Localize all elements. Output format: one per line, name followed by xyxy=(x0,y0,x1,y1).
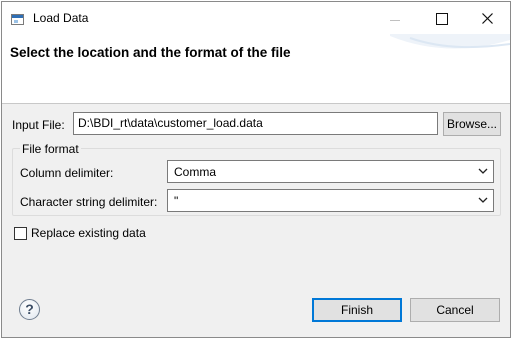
close-icon xyxy=(482,13,493,24)
content-area: Input File: D:\BDI_rt\data\customer_load… xyxy=(2,104,510,274)
page-title: Select the location and the format of th… xyxy=(10,45,291,60)
chevron-down-icon xyxy=(478,197,488,203)
input-file-label: Input File: xyxy=(12,118,65,132)
string-delimiter-value: " xyxy=(174,194,179,208)
file-format-group-title: File format xyxy=(20,142,81,156)
input-file-field[interactable]: D:\BDI_rt\data\customer_load.data xyxy=(73,112,438,135)
chevron-down-icon xyxy=(478,168,488,174)
close-button[interactable] xyxy=(464,2,510,34)
column-delimiter-value: Comma xyxy=(174,165,217,179)
banner-decoration xyxy=(390,34,510,49)
string-delimiter-label: Character string delimiter: xyxy=(20,195,158,209)
header-banner: Select the location and the format of th… xyxy=(2,34,510,102)
string-delimiter-select[interactable]: " xyxy=(167,189,494,212)
load-data-dialog: Load Data Select the location and the fo… xyxy=(1,1,511,338)
column-delimiter-label: Column delimiter: xyxy=(20,166,114,180)
minimize-button[interactable] xyxy=(372,2,418,34)
maximize-button[interactable] xyxy=(418,2,464,34)
replace-data-label: Replace existing data xyxy=(31,226,146,240)
help-icon[interactable]: ? xyxy=(19,299,40,320)
window-title: Load Data xyxy=(33,11,89,25)
window-app-icon xyxy=(11,14,24,25)
column-delimiter-select[interactable]: Comma xyxy=(167,160,494,183)
browse-button[interactable]: Browse... xyxy=(443,112,501,136)
finish-button[interactable]: Finish xyxy=(312,298,402,322)
cancel-button[interactable]: Cancel xyxy=(410,298,500,322)
replace-data-checkbox[interactable] xyxy=(14,227,27,240)
title-bar: Load Data xyxy=(2,2,510,34)
